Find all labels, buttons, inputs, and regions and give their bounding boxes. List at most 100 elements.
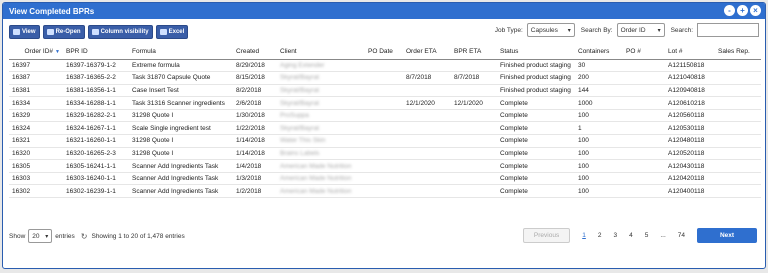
table-cell <box>623 121 665 136</box>
table-row[interactable]: 16303 16303-16240-1-1 Scanner Add Ingredie… <box>9 172 761 186</box>
table-cell <box>715 147 761 161</box>
page-link[interactable]: 3 <box>613 232 617 239</box>
table-cell: 16324 <box>9 121 63 136</box>
maximize-icon[interactable]: + <box>737 5 748 16</box>
entries-label: entries <box>55 232 75 240</box>
table-cell: Finished product staging <box>497 84 575 98</box>
table-cell: 2/6/2018 <box>233 96 277 110</box>
table-cell <box>403 121 451 136</box>
table-cell: Scanner Add Ingredients Task <box>129 159 233 173</box>
window-controls: - + × <box>724 5 761 16</box>
excel-button[interactable]: Excel <box>155 25 189 39</box>
table-cell <box>451 147 497 161</box>
previous-button[interactable]: Previous <box>522 228 571 243</box>
column-header[interactable]: Client <box>277 45 365 60</box>
table-cell: A120560118 <box>665 109 715 123</box>
page-link[interactable]: 5 <box>645 232 649 239</box>
pagination: Previous 1 2 3 4 5... 74 Next <box>522 228 757 243</box>
table-cell <box>623 159 665 173</box>
table-cell: Skyrat/Bayrat <box>277 96 365 110</box>
table-row[interactable]: 16324 16324-16267-1-1 Scale Single ingredi… <box>9 121 761 136</box>
table-cell: 8/7/2018 <box>403 71 451 85</box>
column-header[interactable]: PO # <box>623 45 665 60</box>
table-cell: 16387 <box>9 71 63 85</box>
table-row[interactable]: 16387 16387-16365-2-2 Task 31870 Capsule Q… <box>9 71 761 85</box>
reopen-icon <box>46 29 54 35</box>
table-cell <box>715 96 761 110</box>
table-cell: 8/7/2018 <box>451 71 497 85</box>
refresh-icon[interactable]: ↻ <box>81 232 88 241</box>
table-header-row: Order ID# ▼ BPR ID Formula Created Client PO D… <box>9 45 761 60</box>
table-cell: 1/3/2018 <box>233 172 277 186</box>
window-title: View Completed BPRs <box>9 6 95 16</box>
table-cell: 16321-16260-1-1 <box>63 134 129 148</box>
table-cell: Complete <box>497 134 575 148</box>
next-button[interactable]: Next <box>697 228 757 243</box>
table-row[interactable]: 16334 16334-16288-1-1 Task 31316 Scanner i… <box>9 96 761 110</box>
table-cell <box>623 109 665 123</box>
table-cell <box>403 109 451 123</box>
page-link[interactable]: 74 <box>678 232 685 239</box>
column-header[interactable]: Sales Rep. <box>715 45 761 60</box>
table-cell: 1/30/2018 <box>233 109 277 123</box>
table-cell <box>623 147 665 161</box>
table-cell: 16321 <box>9 134 63 148</box>
table-cell <box>403 159 451 173</box>
table-cell: Brains Labels <box>277 147 365 161</box>
column-header[interactable]: Order ETA <box>403 45 451 60</box>
search-input[interactable] <box>697 23 759 37</box>
table-cell: Complete <box>497 147 575 161</box>
column-header[interactable]: Containers <box>575 45 623 60</box>
eye-icon <box>13 29 20 35</box>
table-cell <box>451 159 497 173</box>
page-link[interactable]: 1 <box>582 232 586 239</box>
table-cell: 8/2/2018 <box>233 84 277 98</box>
table-cell <box>451 134 497 148</box>
table-row[interactable]: 16320 16320-16265-2-3 31298 Quote I 1/14/20… <box>9 147 761 161</box>
entries-select[interactable]: 20 ▾ <box>28 229 53 243</box>
minimize-icon[interactable]: - <box>724 5 735 16</box>
job-type-select[interactable]: Capsules ▾ <box>526 23 575 37</box>
search-by-select[interactable]: Order ID ▾ <box>616 23 665 37</box>
table-cell: 12/1/2020 <box>451 96 497 110</box>
table-cell <box>451 121 497 136</box>
table-cell: 16302 <box>9 184 63 199</box>
show-label: Show <box>9 232 26 240</box>
column-header[interactable]: BPR ETA <box>451 45 497 60</box>
table-row[interactable]: 16321 16321-16260-1-1 31298 Quote I 1/14/20… <box>9 134 761 148</box>
column-header[interactable]: PO Date <box>365 45 403 60</box>
table-row[interactable]: 16329 16329-16282-2-1 31298 Quote I 1/30/20… <box>9 109 761 123</box>
table-cell: 16334 <box>9 96 63 110</box>
column-header[interactable]: BPR ID <box>63 45 129 60</box>
column-header[interactable]: Status <box>497 45 575 60</box>
table-row[interactable]: 16305 16305-16241-1-1 Scanner Add Ingredie… <box>9 159 761 173</box>
table-row[interactable]: 16381 16381-16356-1-1 Case Insert Test 8/2/… <box>9 84 761 98</box>
table-cell <box>451 84 497 98</box>
table-cell <box>623 71 665 85</box>
close-icon[interactable]: × <box>750 5 761 16</box>
table-cell: 100 <box>575 147 623 161</box>
table-footer: Show 20 ▾ entries ↻ Showing 1 to 20 of 1,… <box>3 225 765 247</box>
table-cell: Task 31316 Scanner ingredients <box>129 96 233 110</box>
table-cell: 16387-16365-2-2 <box>63 71 129 85</box>
page-link[interactable]: 2 <box>598 232 602 239</box>
table-row[interactable]: 16397 16397-16379-1-2 Extreme formula 8/29/… <box>9 59 761 73</box>
window-titlebar: View Completed BPRs - + × <box>3 3 765 19</box>
reopen-button[interactable]: Re-Open <box>42 25 85 39</box>
table-cell <box>715 109 761 123</box>
job-type-label: Job Type: <box>494 26 523 34</box>
column-header[interactable]: Lot # <box>665 45 715 60</box>
page-link[interactable]: 4 <box>629 232 633 239</box>
chevron-down-icon: ▾ <box>45 233 49 240</box>
table-cell: Complete <box>497 159 575 173</box>
table-cell: 31298 Quote I <box>129 109 233 123</box>
view-button[interactable]: View <box>9 25 40 39</box>
table-row[interactable]: 16302 16302-16239-1-1 Scanner Add Ingredie… <box>9 184 761 199</box>
column-header[interactable]: Order ID# ▼ <box>9 45 63 60</box>
column-visibility-button[interactable]: Column visibility <box>87 25 153 39</box>
column-header[interactable]: Created <box>233 45 277 60</box>
table-cell: Finished product staging <box>497 71 575 85</box>
table-cell <box>623 134 665 148</box>
column-header[interactable]: Formula <box>129 45 233 60</box>
table-cell: Task 31870 Capsule Quote <box>129 71 233 85</box>
